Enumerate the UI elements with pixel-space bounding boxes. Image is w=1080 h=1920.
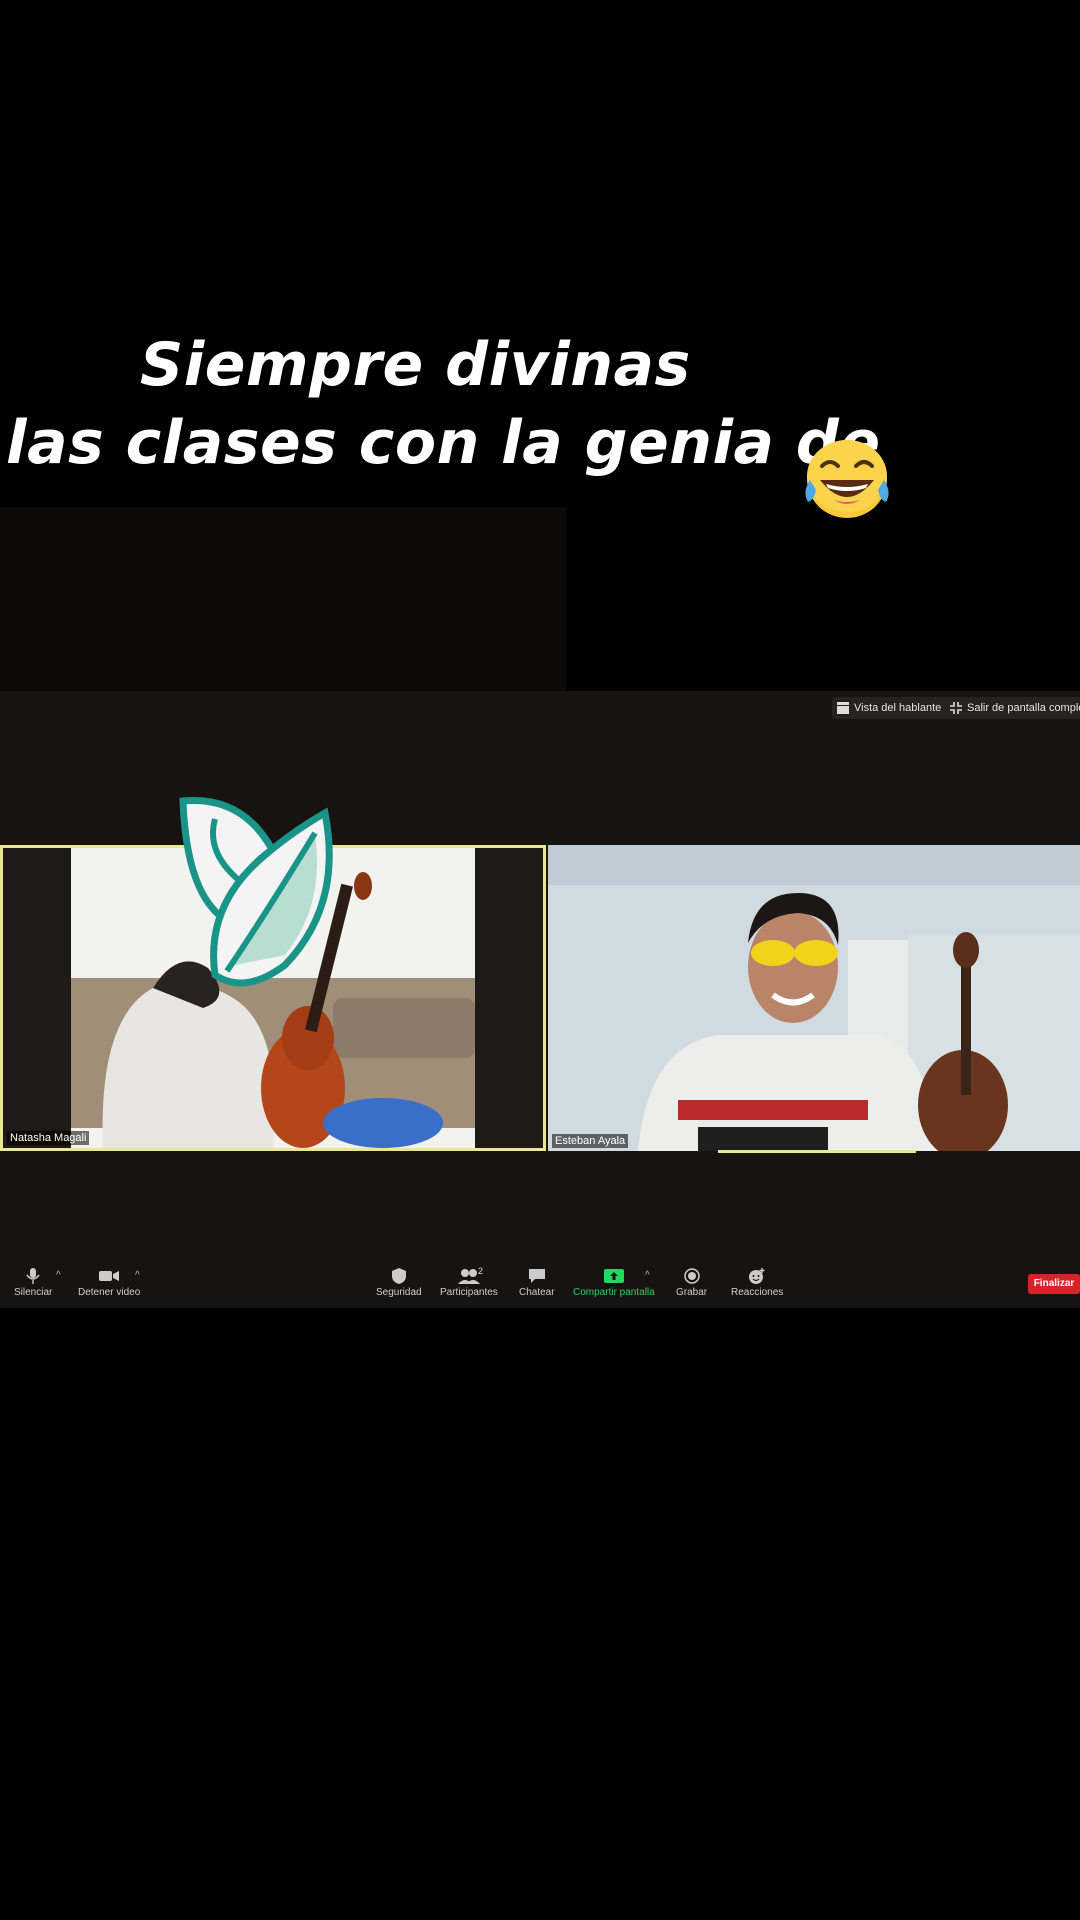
speaker-view-label: Vista del hablante	[854, 702, 942, 714]
mute-label: Silenciar	[14, 1287, 53, 1298]
shield-icon	[391, 1268, 406, 1284]
participant-name-esteban: Esteban Ayala	[552, 1134, 629, 1148]
share-options-caret[interactable]: ^	[645, 1270, 650, 1281]
chat-bubble-icon	[528, 1269, 545, 1283]
laughing-emoji-icon	[805, 440, 889, 518]
chat-label: Chatear	[519, 1287, 555, 1298]
video-tile-esteban[interactable]: Esteban Ayala	[548, 845, 1080, 1151]
record-button[interactable]: Grabar	[676, 1268, 707, 1298]
leaf-logo-icon	[179, 796, 333, 987]
smiley-plus-icon	[749, 1268, 765, 1284]
caption-line-1: Siempre divinas	[140, 330, 691, 400]
participant-name-natasha: Natasha Magali	[7, 1131, 90, 1145]
participants-label: Participantes	[440, 1287, 498, 1298]
exit-fullscreen-label: Salir de pantalla completa	[967, 702, 1080, 714]
video-camera-icon	[99, 1271, 120, 1281]
exit-fullscreen-icon	[950, 702, 962, 714]
share-screen-button[interactable]: Compartir pantalla	[573, 1268, 655, 1298]
chat-button[interactable]: Chatear	[519, 1268, 555, 1298]
caption-line-2: las clases con la genia de	[6, 408, 881, 478]
stop-video-button[interactable]: Detener video	[78, 1268, 140, 1298]
active-speaker-indicator	[718, 1150, 916, 1153]
mute-button[interactable]: Silenciar	[14, 1268, 52, 1298]
participants-icon	[457, 1269, 480, 1284]
record-icon	[683, 1268, 700, 1284]
share-screen-label: Compartir pantalla	[573, 1287, 655, 1298]
video-options-caret[interactable]: ^	[135, 1270, 140, 1281]
security-label: Seguridad	[376, 1287, 422, 1298]
speaker-view-button[interactable]: Vista del hablante	[832, 697, 948, 719]
reactions-label: Reacciones	[731, 1287, 784, 1298]
participants-button[interactable]: Participantes	[440, 1268, 498, 1298]
participants-count: 2	[478, 1266, 484, 1276]
participant-video-esteban	[548, 845, 1080, 1151]
record-label: Grabar	[676, 1287, 708, 1298]
share-screen-icon	[603, 1269, 624, 1283]
stop-video-label: Detener video	[78, 1287, 141, 1298]
security-button[interactable]: Seguridad	[376, 1268, 422, 1298]
microphone-icon	[26, 1268, 40, 1284]
exit-fullscreen-button[interactable]: Salir de pantalla completa	[945, 697, 1080, 719]
end-meeting-button[interactable]: Finalizar	[1028, 1274, 1080, 1294]
reactions-button[interactable]: Reacciones	[731, 1268, 783, 1298]
grid-icon	[837, 702, 849, 714]
mute-options-caret[interactable]: ^	[56, 1270, 61, 1281]
